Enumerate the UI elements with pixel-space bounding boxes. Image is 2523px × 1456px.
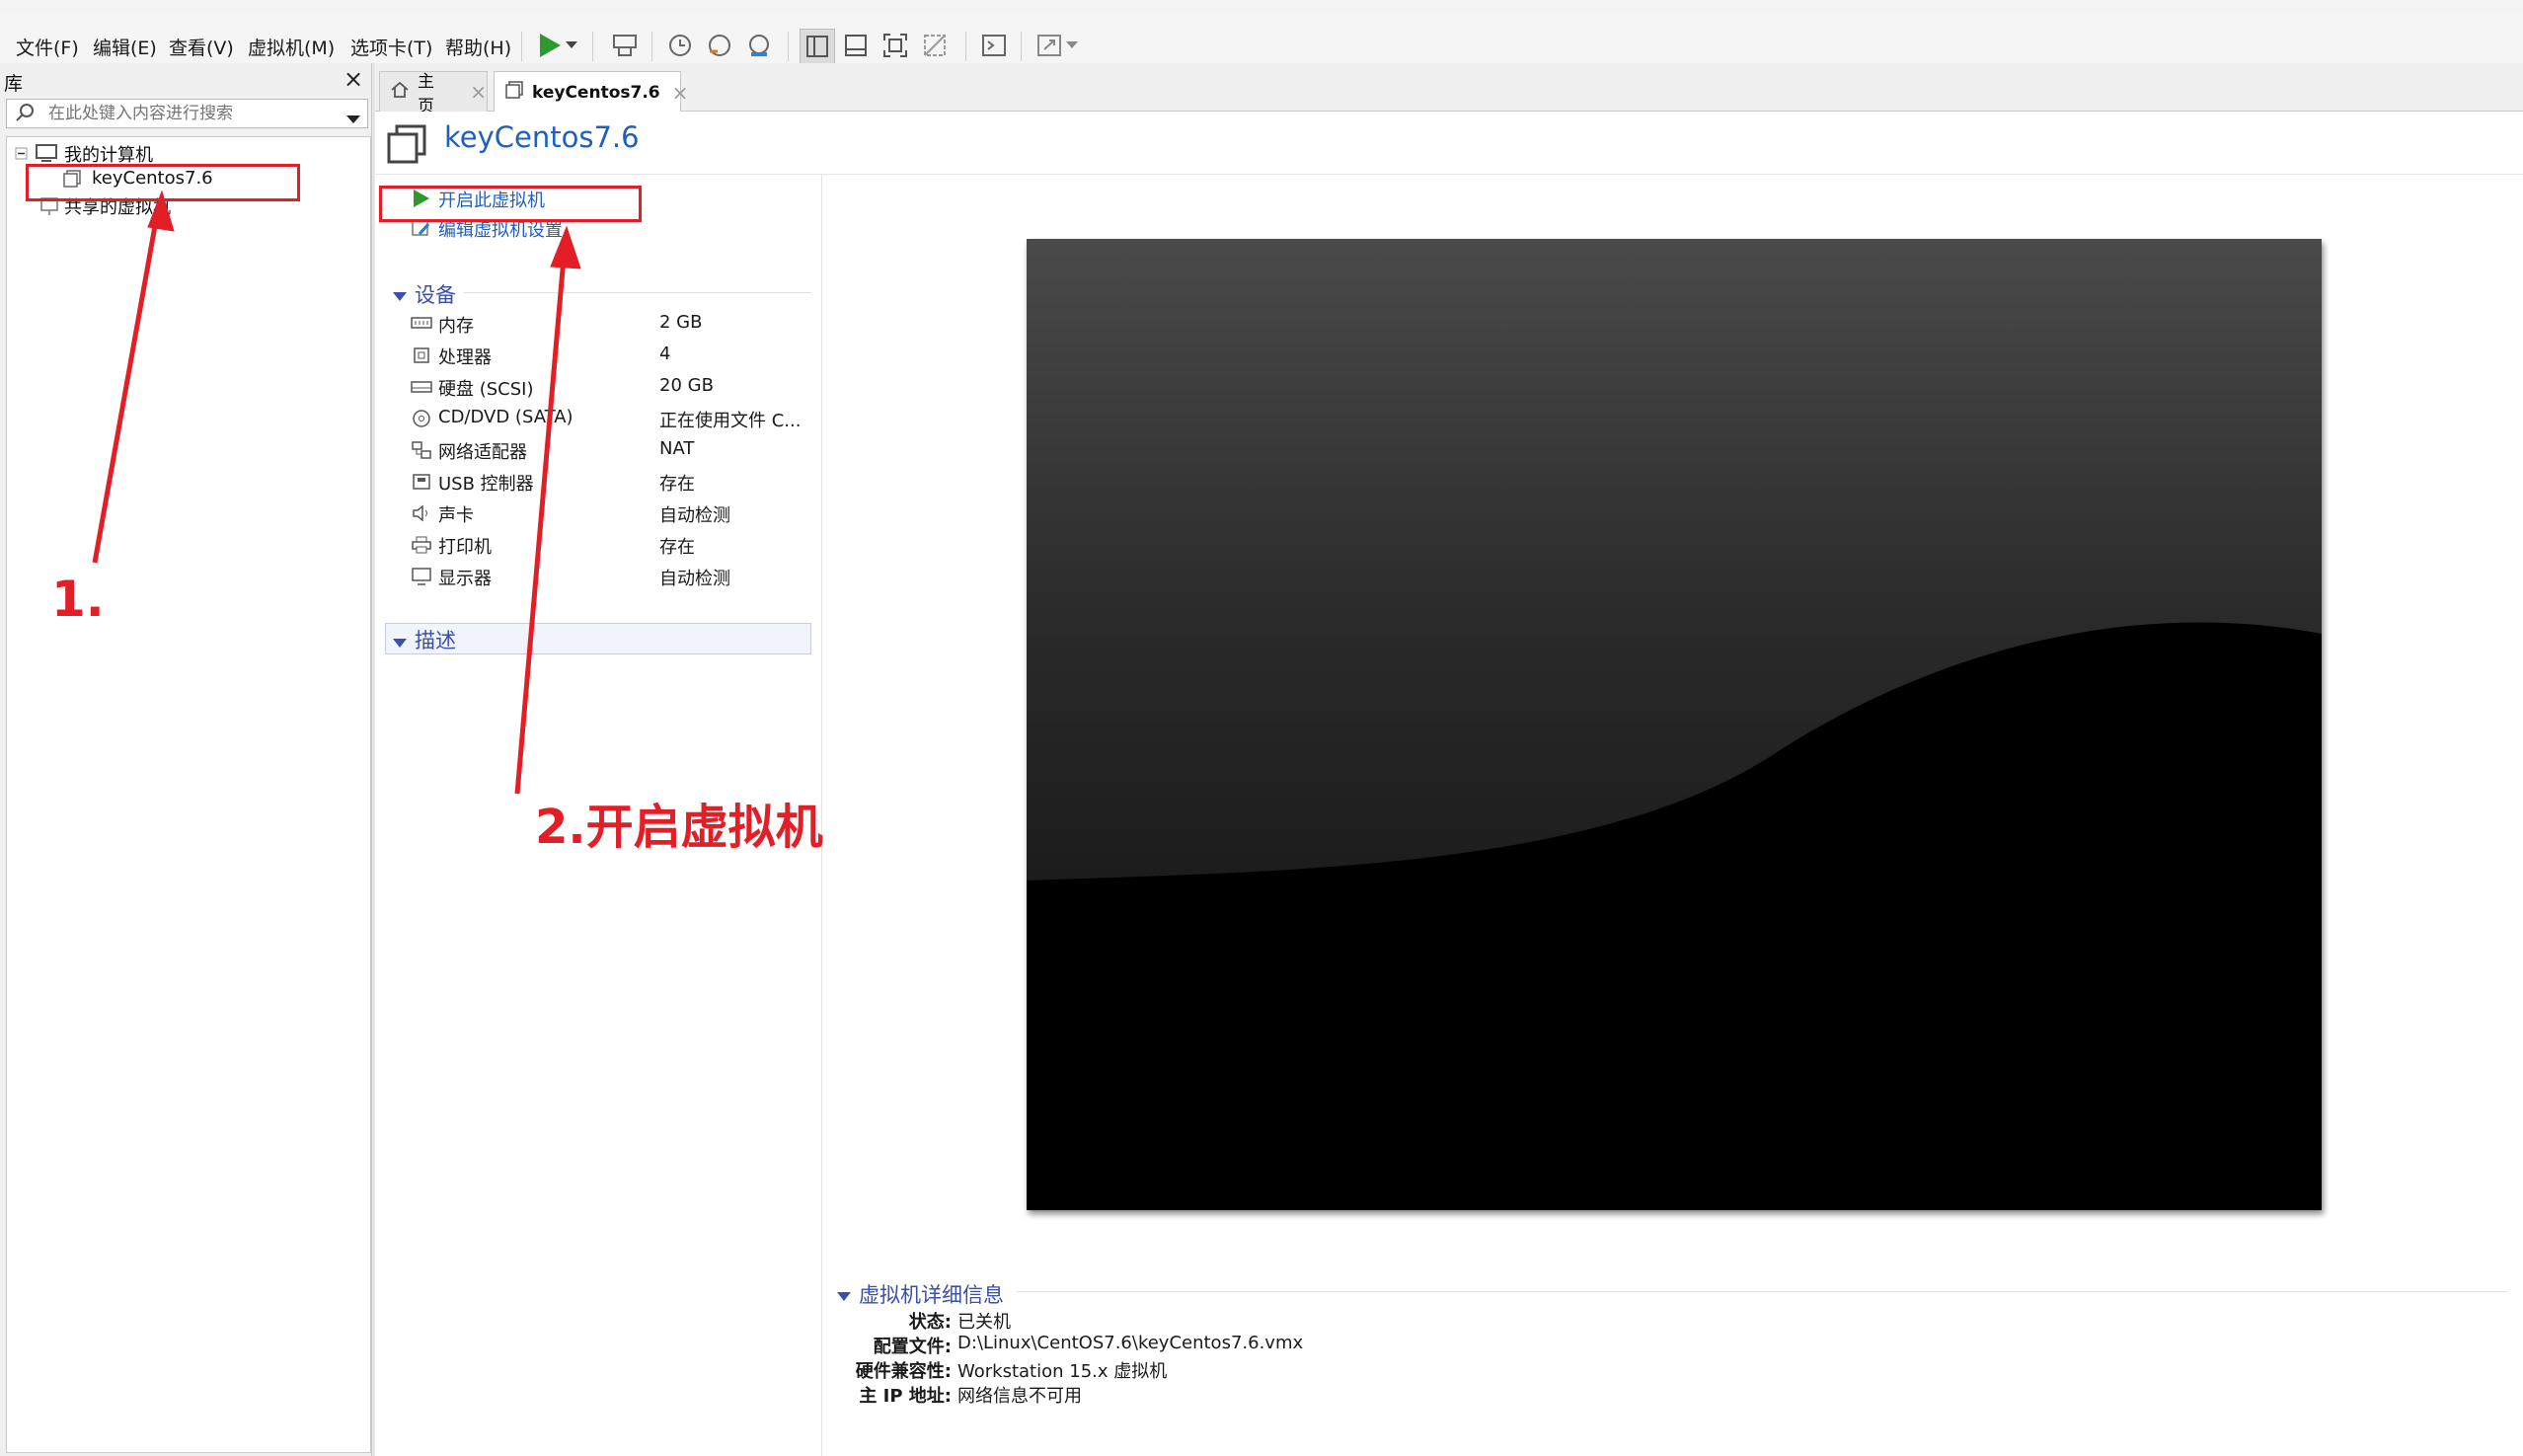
dropdown-arrow-icon[interactable] (561, 29, 582, 62)
snapshot-manager-icon[interactable] (742, 29, 776, 62)
device-value: 存在 (659, 474, 695, 495)
device-name[interactable]: USB 控制器 (438, 470, 534, 496)
device-name[interactable]: 网络适配器 (438, 438, 527, 464)
vm-tab-icon (504, 80, 524, 105)
printer-icon (411, 535, 432, 555)
detail-label: 硬件兼容性: (855, 1361, 952, 1382)
menu-view[interactable]: 查看(V) (169, 34, 234, 60)
collapse-devices-icon[interactable] (393, 287, 407, 306)
revert-snapshot-icon[interactable] (703, 29, 736, 62)
detail-label: 主 IP 地址: (859, 1386, 952, 1407)
device-name[interactable]: 处理器 (438, 344, 492, 369)
collapse-description-icon[interactable] (393, 634, 407, 652)
collapse-details-icon[interactable] (837, 1287, 851, 1306)
library-tree: 我的计算机 keyCentos7.6 共享的虚拟机 (6, 136, 371, 1453)
send-keys-icon[interactable] (608, 29, 642, 62)
close-icon[interactable]: × (672, 81, 689, 105)
toolbar-separator (521, 32, 522, 61)
device-value: 自动检测 (659, 505, 730, 526)
tab-bar: 主页 × keyCentos7.6 × (375, 63, 2523, 116)
device-name[interactable]: 声卡 (438, 501, 474, 527)
vm-screen-art (1027, 239, 2322, 881)
device-value: 4 (659, 344, 671, 364)
menu-bar: 文件(F) 编辑(E) 查看(V) 虚拟机(M) 选项卡(T) 帮助(H) (0, 12, 2523, 64)
vm-title: keyCentos7.6 (444, 120, 640, 154)
console-icon[interactable] (977, 29, 1011, 62)
memory-icon (411, 314, 432, 334)
menu-tabs[interactable]: 选项卡(T) (350, 34, 432, 60)
thumbnail-view-icon[interactable] (839, 29, 873, 62)
device-name[interactable]: 内存 (438, 312, 474, 338)
usb-icon (411, 472, 432, 492)
stretch-dropdown-icon[interactable] (1062, 29, 1082, 62)
device-value: 正在使用文件 C... (659, 411, 802, 431)
cdrom-icon (411, 409, 432, 428)
unity-icon[interactable] (918, 29, 952, 62)
detail-value: 已关机 (957, 1312, 1011, 1333)
devices-heading-rule (464, 292, 811, 293)
cpu-icon (411, 345, 432, 365)
detail-value: D:\Linux\CentOS7.6\keyCentos7.6.vmx (957, 1333, 1304, 1353)
library-search-input[interactable] (46, 102, 337, 125)
menu-vm[interactable]: 虚拟机(M) (248, 34, 335, 60)
device-value: NAT (659, 438, 695, 459)
fullscreen-icon[interactable] (879, 29, 912, 62)
snapshot-icon[interactable] (663, 29, 697, 62)
tab-home[interactable]: 主页 × (379, 71, 488, 116)
detail-label: 状态: (908, 1312, 952, 1333)
stretch-icon[interactable] (1032, 29, 1066, 62)
menu-help[interactable]: 帮助(H) (445, 34, 511, 60)
device-name[interactable]: 硬盘 (SCSI) (438, 375, 534, 401)
detail-value: Workstation 15.x 虚拟机 (957, 1361, 1168, 1382)
network-icon (411, 440, 432, 460)
annotation-step2: 2.开启虚拟机 (535, 800, 823, 855)
device-name[interactable]: CD/DVD (SATA) (438, 407, 573, 427)
vm-screen-preview[interactable] (1027, 239, 2322, 1210)
tab-keycentos-label: keyCentos7.6 (532, 82, 660, 103)
library-header: 库 × (0, 63, 371, 97)
search-icon (15, 103, 35, 126)
annotation-box-poweron (379, 186, 642, 222)
title-strip (0, 0, 2523, 12)
device-value: 2 GB (659, 312, 703, 333)
menu-edit[interactable]: 编辑(E) (93, 34, 157, 60)
detail-value: 网络信息不可用 (957, 1386, 1082, 1407)
toolbar-separator (651, 32, 652, 61)
library-view-icon[interactable] (800, 29, 835, 64)
device-value: 20 GB (659, 375, 714, 396)
toolbar-separator (965, 32, 966, 61)
chevron-down-icon[interactable] (346, 110, 360, 128)
vm-large-icon (385, 122, 428, 170)
library-close-button[interactable]: × (344, 65, 363, 93)
library-title: 库 (4, 73, 24, 95)
collapse-tree-icon[interactable] (15, 146, 29, 165)
devices-heading: 设备 (415, 283, 456, 307)
device-value: 存在 (659, 537, 695, 558)
sound-icon (411, 503, 432, 523)
annotation-box-vm (26, 164, 300, 201)
device-name[interactable]: 打印机 (438, 533, 492, 559)
tab-home-label: 主页 (418, 72, 434, 116)
device-value: 自动检测 (659, 569, 730, 589)
annotation-step1: 1. (51, 571, 105, 628)
device-name[interactable]: 显示器 (438, 565, 492, 590)
home-icon (390, 81, 410, 104)
detail-label: 配置文件: (873, 1337, 952, 1357)
toolbar-separator (788, 32, 789, 61)
display-icon (411, 567, 432, 586)
library-search-box[interactable] (6, 99, 368, 128)
toolbar-separator (592, 32, 593, 61)
menu-file[interactable]: 文件(F) (16, 34, 79, 60)
details-heading-rule (1017, 1291, 2507, 1292)
close-icon[interactable]: × (470, 80, 487, 104)
details-heading: 虚拟机详细信息 (859, 1283, 1004, 1307)
toolbar-separator (1021, 32, 1022, 61)
harddisk-icon (411, 377, 432, 397)
tab-keycentos[interactable]: keyCentos7.6 × (494, 71, 688, 113)
description-heading: 描述 (415, 629, 456, 652)
